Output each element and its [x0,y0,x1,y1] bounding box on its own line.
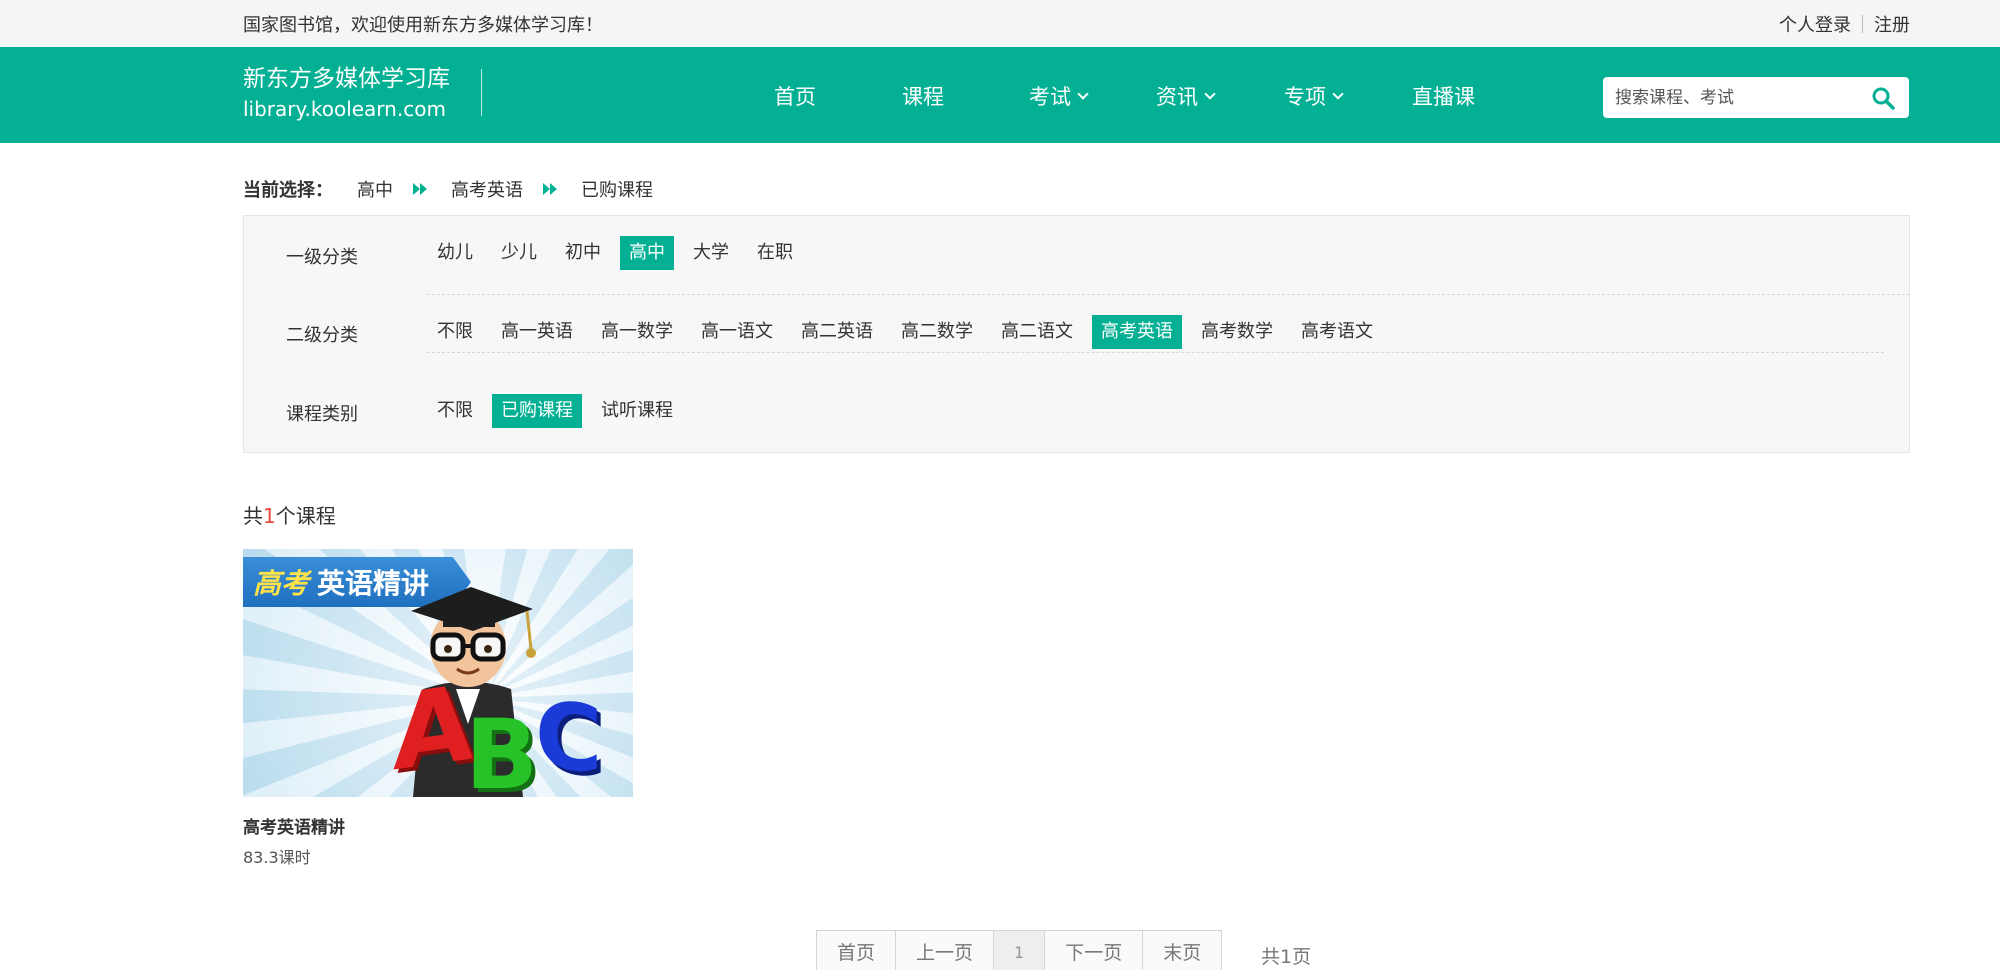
result-count-suffix: 个课程 [275,504,336,528]
filter-option[interactable]: 试听课程 [592,394,682,428]
filter-panel: 一级分类 幼儿 少儿 初中 高中 大学 在职 二级分类 不限 高一英语 高一数学… [243,215,1910,453]
filter-option[interactable]: 少儿 [492,236,546,270]
result-count-prefix: 共 [243,504,263,528]
search-box [1603,77,1909,118]
divider [1862,15,1863,33]
filter-label-level1: 一级分类 [286,247,358,268]
filter-option[interactable]: 高一英语 [492,315,582,349]
breadcrumb-label: 当前选择： [243,180,333,201]
site-domain: library.koolearn.com [243,97,446,121]
thumbnail-letter: C [535,680,603,795]
result-count-number: 1 [263,504,276,528]
filter-option[interactable]: 高考语文 [1292,315,1382,349]
filter-options-level2: 不限 高一英语 高一数学 高一语文 高二英语 高二数学 高二语文 高考英语 高考… [428,315,1392,349]
filter-option[interactable]: 在职 [748,236,802,270]
current-page-indicator[interactable]: 1 [994,931,1046,970]
site-logo[interactable]: 新东方多媒体学习库 library.koolearn.com [243,64,450,123]
course-thumbnail[interactable]: 高考 英语精讲 A B C [243,549,633,797]
welcome-text: 国家图书馆，欢迎使用新东方多媒体学习库！ [243,15,603,36]
main-header: 新东方多媒体学习库 library.koolearn.com 首页 课程 考试 … [0,47,2000,143]
chevron-down-icon [1332,88,1344,100]
filter-option-selected[interactable]: 已购课程 [492,394,582,428]
divider [481,69,482,116]
search-input[interactable] [1615,84,1855,111]
nav-item-special[interactable]: 专项 [1284,81,1344,111]
next-page-button[interactable]: 下一页 [1045,931,1144,970]
nav-label: 考试 [1029,85,1071,109]
nav-item-home[interactable]: 首页 [774,81,816,111]
result-count: 共1个课程 [243,500,336,529]
filter-options-type: 不限 已购课程 试听课程 [428,394,692,428]
login-link[interactable]: 个人登录 [1779,11,1851,37]
nav-item-courses[interactable]: 课程 [902,81,944,111]
divider [427,352,1884,353]
filter-option[interactable]: 高二数学 [892,315,982,349]
nav-label: 首页 [774,85,816,109]
filter-option[interactable]: 初中 [556,236,610,270]
last-page-button[interactable]: 末页 [1143,931,1222,970]
pagination: 首页 上一页 1 下一页 末页 [816,930,1223,970]
nav-item-live[interactable]: 直播课 [1412,81,1475,111]
filter-label-type: 课程类别 [286,404,358,425]
course-hours: 83.3课时 [243,848,311,867]
top-bar: 国家图书馆，欢迎使用新东方多媒体学习库！ 个人登录 注册 [0,0,2000,47]
register-link[interactable]: 注册 [1874,11,1910,37]
filter-option[interactable]: 高二语文 [992,315,1082,349]
nav-label: 课程 [902,85,944,109]
auth-links: 个人登录 注册 [1779,11,1910,37]
thumbnail-letter: B [465,699,539,797]
filter-option[interactable]: 高考数学 [1192,315,1282,349]
breadcrumb-item[interactable]: 高中 [357,176,393,202]
filter-option[interactable]: 幼儿 [428,236,482,270]
divider [427,294,1910,295]
thumbnail-letter: A [393,661,474,795]
filter-options-level1: 幼儿 少儿 初中 高中 大学 在职 [428,236,812,270]
search-icon[interactable] [1871,86,1895,110]
chevron-down-icon [1204,88,1216,100]
filter-option-selected[interactable]: 高中 [620,236,674,270]
filter-option[interactable]: 高一语文 [692,315,782,349]
breadcrumb: 当前选择： 高中 高考英语 已购课程 [243,176,653,202]
breadcrumb-item[interactable]: 高考英语 [451,176,523,202]
nav-item-news[interactable]: 资讯 [1156,81,1216,111]
filter-option-selected[interactable]: 高考英语 [1092,315,1182,349]
nav-label: 资讯 [1156,85,1198,109]
nav-label: 专项 [1284,85,1326,109]
double-arrow-icon [413,183,427,195]
nav-item-exams[interactable]: 考试 [1029,81,1089,111]
total-pages: 共1页 [1261,946,1312,968]
nav-label: 直播课 [1412,85,1475,109]
prev-page-button[interactable]: 上一页 [896,931,995,970]
site-name: 新东方多媒体学习库 [243,66,450,92]
filter-option[interactable]: 高一数学 [592,315,682,349]
filter-option[interactable]: 高二英语 [792,315,882,349]
filter-option[interactable]: 不限 [428,315,482,349]
breadcrumb-item[interactable]: 已购课程 [581,176,653,202]
filter-option[interactable]: 不限 [428,394,482,428]
first-page-button[interactable]: 首页 [817,931,897,970]
filter-label-level2: 二级分类 [286,325,358,346]
double-arrow-icon [543,183,557,195]
chevron-down-icon [1077,88,1089,100]
course-card[interactable]: 高考 英语精讲 A B C 高考英语精讲 83.3课时 [243,549,633,868]
filter-option[interactable]: 大学 [684,236,738,270]
course-title[interactable]: 高考英语精讲 [243,813,633,838]
